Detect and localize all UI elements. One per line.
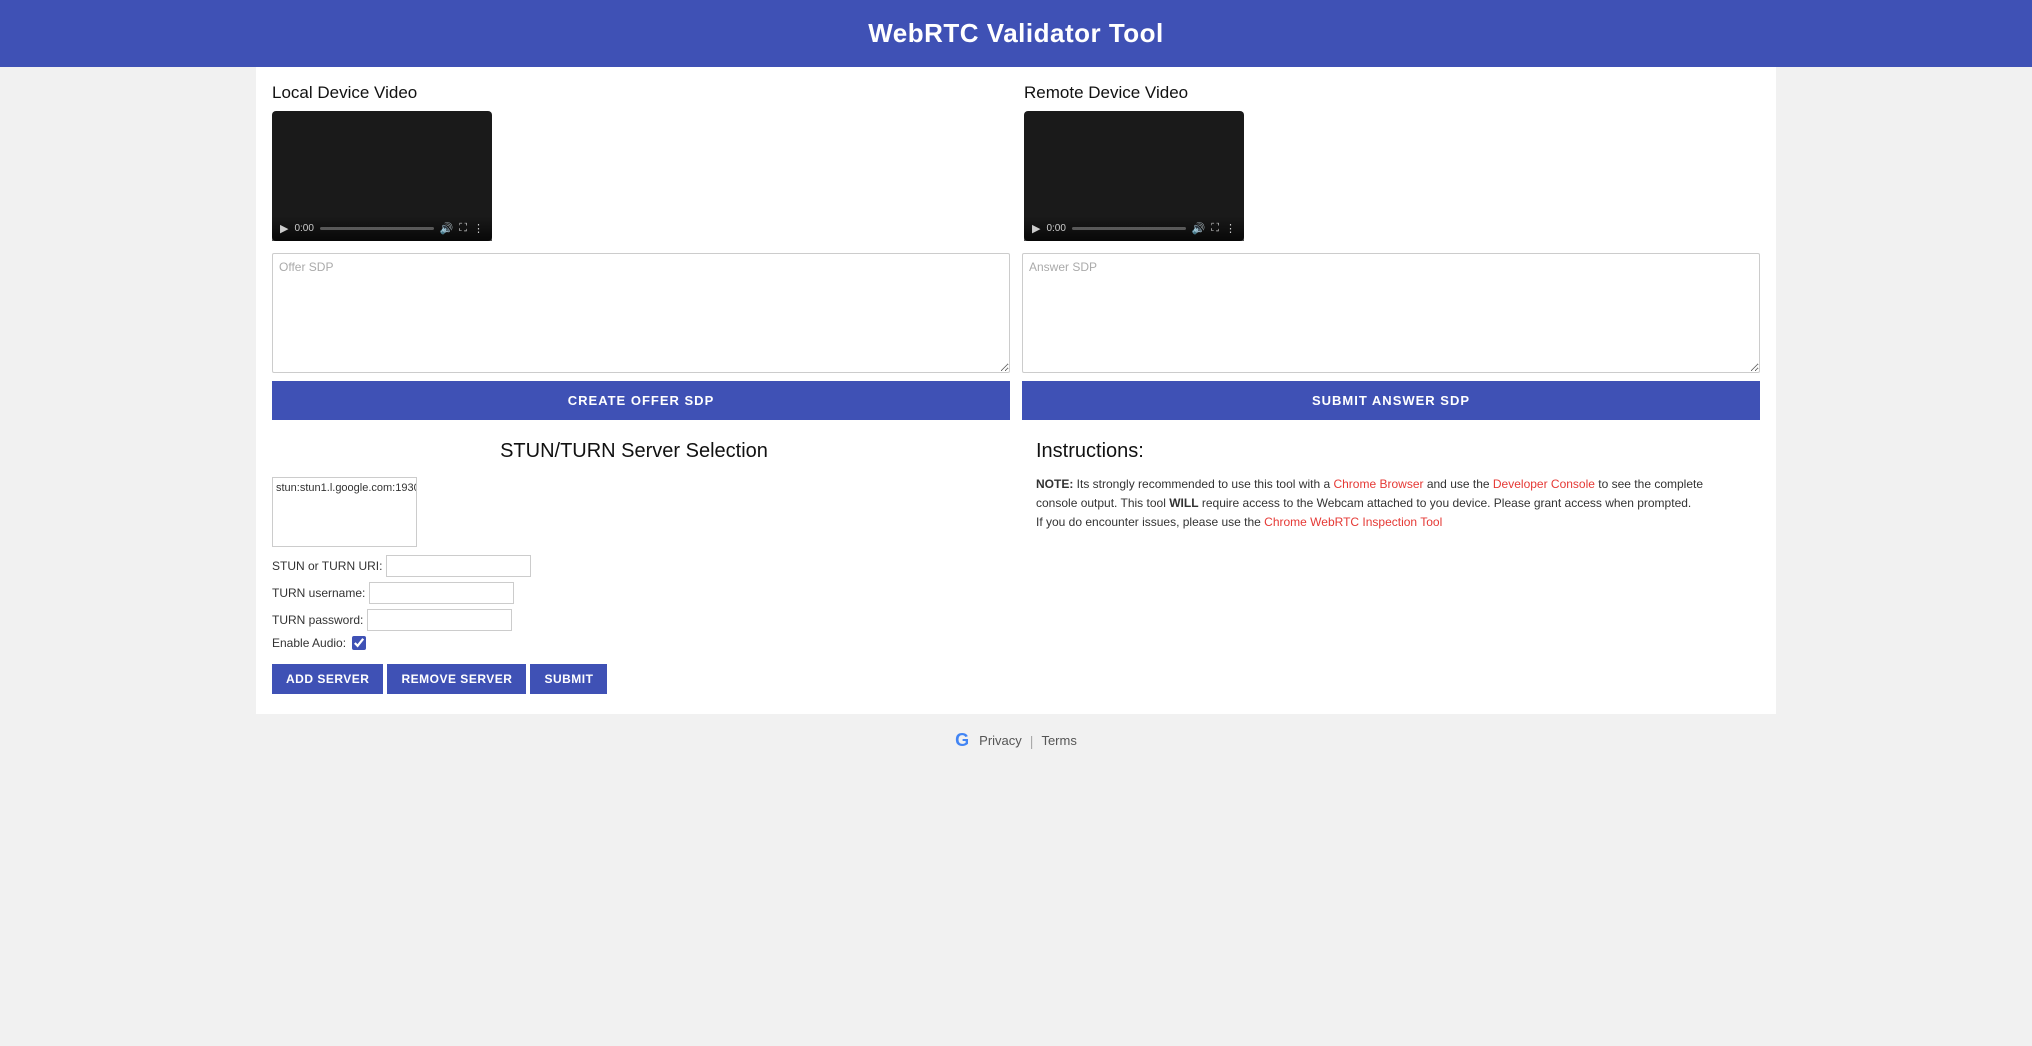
will-text: WILL	[1169, 496, 1198, 510]
local-volume-icon[interactable]: 🔊	[440, 222, 454, 235]
enable-audio-checkbox[interactable]	[352, 636, 366, 650]
remote-volume-icon[interactable]: 🔊	[1192, 222, 1206, 235]
local-fullscreen-icon[interactable]: ⛶	[459, 222, 467, 235]
turn-username-input[interactable]	[369, 582, 514, 604]
remote-video-panel: Remote Device Video ▶ 0:00 🔊 ⛶ ⋮	[1016, 83, 1760, 241]
enable-audio-row: Enable Audio:	[272, 636, 996, 650]
stun-server-entry: stun:stun1.l.google.com:19302	[276, 481, 413, 495]
local-menu-icon[interactable]: ⋮	[473, 222, 484, 235]
and-text: and use the	[1424, 477, 1493, 491]
local-video-progress	[320, 227, 434, 230]
app-title: WebRTC Validator Tool	[0, 18, 2032, 49]
chrome-browser-link[interactable]: Chrome Browser	[1333, 477, 1423, 491]
action-button-row: CREATE OFFER SDP SUBMIT ANSWER SDP	[272, 381, 1760, 420]
remote-fullscreen-icon[interactable]: ⛶	[1211, 222, 1219, 235]
enable-audio-label: Enable Audio:	[272, 636, 346, 650]
turn-username-row: TURN username:	[272, 582, 996, 604]
note-end2: require access to the Webcam attached to…	[1199, 496, 1692, 510]
remote-video-label: Remote Device Video	[1024, 83, 1760, 103]
stun-uri-label: STUN or TURN URI:	[272, 559, 382, 573]
google-logo: G	[955, 730, 969, 751]
stun-uri-row: STUN or TURN URI:	[272, 555, 996, 577]
terms-link[interactable]: Terms	[1041, 733, 1076, 748]
sdp-section	[256, 241, 1776, 373]
local-play-icon[interactable]: ▶	[280, 222, 288, 235]
remote-video-controls: ▶ 0:00 🔊 ⛶ ⋮	[1024, 216, 1244, 241]
google-g-icon: G	[955, 730, 969, 751]
note-line2: If you do encounter issues, please use t…	[1036, 515, 1264, 529]
stun-uri-input[interactable]	[386, 555, 531, 577]
stun-panel: STUN/TURN Server Selection stun:stun1.l.…	[272, 440, 1026, 694]
create-offer-button[interactable]: CREATE OFFER SDP	[272, 381, 1010, 420]
local-video-player: ▶ 0:00 🔊 ⛶ ⋮	[272, 111, 492, 241]
offer-sdp-textarea[interactable]	[272, 253, 1010, 373]
submit-answer-button[interactable]: SUBMIT ANSWER SDP	[1022, 381, 1760, 420]
add-server-button[interactable]: ADD SERVER	[272, 664, 383, 694]
remote-play-icon[interactable]: ▶	[1032, 222, 1040, 235]
webrtc-inspection-link[interactable]: Chrome WebRTC Inspection Tool	[1264, 515, 1442, 529]
turn-password-row: TURN password:	[272, 609, 996, 631]
stun-submit-button[interactable]: SUBMIT	[530, 664, 607, 694]
lower-section: STUN/TURN Server Selection stun:stun1.l.…	[256, 420, 1776, 714]
remote-menu-icon[interactable]: ⋮	[1225, 222, 1236, 235]
stun-buttons: ADD SERVER REMOVE SERVER SUBMIT	[272, 664, 996, 694]
main-content: Local Device Video ▶ 0:00 🔊 ⛶ ⋮ Remote D…	[256, 67, 1776, 714]
local-video-panel: Local Device Video ▶ 0:00 🔊 ⛶ ⋮	[272, 83, 1016, 241]
stun-title: STUN/TURN Server Selection	[272, 440, 996, 463]
remote-video-player: ▶ 0:00 🔊 ⛶ ⋮	[1024, 111, 1244, 241]
instructions-title: Instructions:	[1036, 440, 1760, 463]
turn-password-input[interactable]	[367, 609, 512, 631]
note-prefix: NOTE:	[1036, 477, 1073, 491]
local-time-display: 0:00	[294, 223, 313, 234]
page-footer: G Privacy | Terms	[0, 714, 2032, 771]
offer-sdp-panel	[272, 253, 1010, 373]
instructions-note: NOTE: Its strongly recommended to use th…	[1036, 475, 1716, 533]
remove-server-button[interactable]: REMOVE SERVER	[387, 664, 526, 694]
remote-time-display: 0:00	[1046, 223, 1065, 234]
answer-sdp-textarea[interactable]	[1022, 253, 1760, 373]
remote-video-progress	[1072, 227, 1186, 230]
video-section: Local Device Video ▶ 0:00 🔊 ⛶ ⋮ Remote D…	[256, 67, 1776, 241]
instructions-panel: Instructions: NOTE: Its strongly recomme…	[1026, 440, 1760, 694]
turn-password-label: TURN password:	[272, 613, 363, 627]
turn-username-label: TURN username:	[272, 586, 365, 600]
footer-links: Privacy | Terms	[979, 733, 1077, 749]
developer-console-link[interactable]: Developer Console	[1493, 477, 1595, 491]
app-header: WebRTC Validator Tool	[0, 0, 2032, 67]
privacy-link[interactable]: Privacy	[979, 733, 1022, 748]
note-text: Its strongly recommended to use this too…	[1073, 477, 1333, 491]
local-video-label: Local Device Video	[272, 83, 1008, 103]
footer-divider: |	[1030, 733, 1034, 749]
local-video-controls: ▶ 0:00 🔊 ⛶ ⋮	[272, 216, 492, 241]
answer-sdp-panel	[1022, 253, 1760, 373]
stun-servers-box[interactable]: stun:stun1.l.google.com:19302	[272, 477, 417, 547]
